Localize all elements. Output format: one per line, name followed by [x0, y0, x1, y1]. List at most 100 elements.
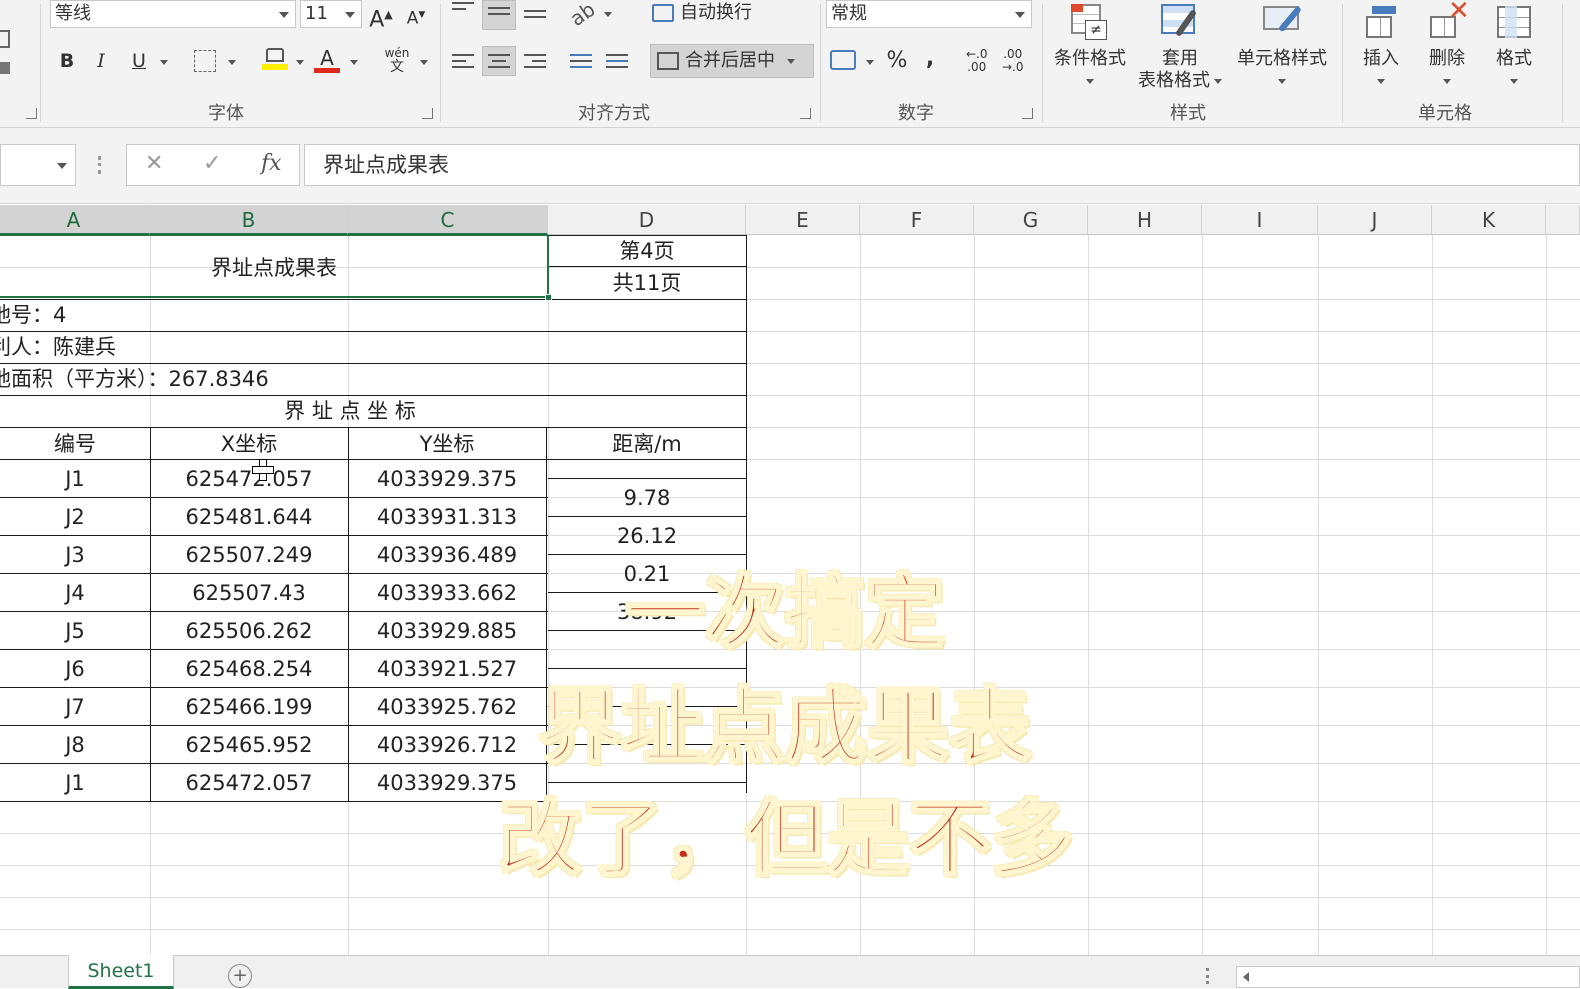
cell-point-id[interactable]: J1 [0, 763, 150, 801]
cell-point-id[interactable]: J7 [0, 687, 150, 725]
font-color-dropdown-icon[interactable] [350, 60, 358, 65]
column-header-i[interactable]: I [1202, 205, 1318, 235]
merge-dropdown-icon[interactable] [787, 58, 795, 64]
cell-styles-button[interactable]: 单元格样式 [1232, 2, 1332, 92]
conditional-format-button[interactable]: ≠ 条件格式 [1048, 2, 1132, 92]
scroll-left-icon[interactable] [1243, 972, 1249, 982]
font-launcher-icon[interactable] [422, 108, 433, 119]
phonetic-dropdown-icon[interactable] [420, 60, 428, 65]
wrap-text-button[interactable]: 自动换行 [652, 0, 752, 28]
cell-x-coordinate[interactable]: 625472.057 [150, 763, 348, 801]
align-middle-button[interactable] [482, 0, 516, 30]
page-total-cell[interactable]: 共11页 [548, 267, 746, 299]
enter-icon[interactable]: ✓ [203, 151, 221, 176]
cell-y-coordinate[interactable]: 4033929.885 [348, 611, 546, 649]
name-box[interactable] [0, 144, 76, 186]
comma-button[interactable]: , [920, 44, 940, 74]
owner-cell[interactable]: 利人：陈建兵 [0, 331, 690, 363]
fill-handle[interactable] [545, 294, 552, 301]
cell-y-coordinate[interactable]: 4033931.313 [348, 497, 546, 535]
fill-color-dropdown-icon[interactable] [296, 60, 304, 65]
column-header-c[interactable]: C [348, 205, 548, 235]
number-format-combo[interactable]: 常规 [826, 0, 1032, 28]
name-box-dropdown-icon[interactable] [57, 163, 67, 169]
accounting-format-icon[interactable] [830, 50, 856, 70]
formula-bar-grip-icon[interactable] [98, 156, 102, 174]
column-header-e[interactable]: E [746, 205, 860, 235]
clipboard-launcher-icon[interactable] [26, 108, 37, 119]
number-launcher-icon[interactable] [1022, 108, 1033, 119]
page-number-cell[interactable]: 第4页 [548, 235, 746, 267]
delete-button[interactable]: ✕ 删除 [1418, 0, 1476, 92]
font-name-combo[interactable]: 等线 [50, 0, 296, 28]
column-header-d[interactable]: D [548, 205, 746, 235]
font-size-combo[interactable]: 11 [300, 0, 362, 28]
cell-point-id[interactable]: J6 [0, 649, 150, 687]
font-color-icon[interactable]: A [314, 46, 340, 76]
percent-button[interactable]: % [884, 46, 910, 76]
sheet-tab-sheet1[interactable]: Sheet1 [68, 955, 174, 989]
cell-x-coordinate[interactable]: 625466.199 [150, 687, 348, 725]
cell-distance[interactable]: 9.78 [548, 478, 746, 516]
coords-header-cell[interactable]: 界 址 点 坐 标 [0, 395, 700, 427]
cell-y-coordinate[interactable]: 4033933.662 [348, 573, 546, 611]
header-x[interactable]: X坐标 [150, 427, 348, 459]
cell-point-id[interactable]: J5 [0, 611, 150, 649]
cell-x-coordinate[interactable]: 625506.262 [150, 611, 348, 649]
header-y[interactable]: Y坐标 [348, 427, 546, 459]
cell-point-id[interactable]: J8 [0, 725, 150, 763]
cell-point-id[interactable]: J1 [0, 459, 150, 497]
tab-split-grip-icon[interactable] [1206, 968, 1210, 984]
cell-point-id[interactable]: J3 [0, 535, 150, 573]
cell-x-coordinate[interactable]: 625468.254 [150, 649, 348, 687]
alignment-launcher-icon[interactable] [800, 108, 811, 119]
area-cell[interactable]: 地面积（平方米）：267.8346 [0, 363, 690, 395]
accounting-dropdown-icon[interactable] [866, 60, 874, 65]
underline-dropdown-icon[interactable] [160, 60, 168, 65]
format-button[interactable]: 格式 [1486, 2, 1542, 92]
insert-function-icon[interactable]: fx [261, 151, 282, 176]
align-right-icon[interactable] [524, 54, 546, 72]
parcel-number-cell[interactable]: 地号：4 [0, 299, 690, 331]
underline-button[interactable]: U [124, 46, 154, 76]
format-as-table-button[interactable]: 套用 表格格式 [1132, 2, 1228, 92]
cell-y-coordinate[interactable]: 4033936.489 [348, 535, 546, 573]
column-header-a[interactable]: A [0, 205, 150, 235]
align-center-button[interactable] [482, 46, 516, 76]
column-header-g[interactable]: G [974, 205, 1088, 235]
formula-input[interactable]: 界址点成果表 [304, 144, 1580, 186]
shrink-font-button[interactable]: A▼ [404, 0, 428, 30]
decrease-indent-icon[interactable] [570, 54, 592, 72]
orientation-dropdown-icon[interactable] [604, 12, 612, 17]
header-distance[interactable]: 距离/m [548, 427, 746, 459]
grow-font-button[interactable]: A▲ [368, 0, 394, 32]
align-top-icon[interactable] [452, 2, 474, 20]
column-header-j[interactable]: J [1318, 205, 1432, 235]
cell-x-coordinate[interactable]: 625481.644 [150, 497, 348, 535]
border-icon[interactable] [194, 50, 216, 72]
merge-center-button[interactable]: 合并后居中 [650, 44, 814, 78]
cell-x-coordinate[interactable]: 625465.952 [150, 725, 348, 763]
increase-decimal-button[interactable]: ←.0 .00 [966, 48, 988, 74]
column-header-l[interactable] [1546, 205, 1580, 235]
orientation-icon[interactable]: ab [565, 0, 599, 31]
cell-point-id[interactable]: J4 [0, 573, 150, 611]
header-id[interactable]: 编号 [0, 427, 150, 459]
cell-x-coordinate[interactable]: 625507.249 [150, 535, 348, 573]
insert-button[interactable]: 插入 [1352, 2, 1410, 92]
add-sheet-icon[interactable]: + [228, 964, 252, 988]
horizontal-scrollbar[interactable] [1236, 966, 1580, 988]
phonetic-button[interactable]: wén 文 [382, 46, 412, 74]
column-header-h[interactable]: H [1088, 205, 1202, 235]
format-painter-icon[interactable] [0, 62, 10, 74]
align-bottom-icon[interactable] [524, 10, 546, 28]
cancel-icon[interactable]: ✕ [145, 151, 163, 176]
cell-y-coordinate[interactable]: 4033929.375 [348, 459, 546, 497]
italic-button[interactable]: I [88, 46, 114, 76]
paste-icon[interactable] [0, 30, 10, 48]
border-dropdown-icon[interactable] [228, 60, 236, 65]
align-left-icon[interactable] [452, 54, 474, 72]
column-header-b[interactable]: B [150, 205, 348, 235]
cell-x-coordinate[interactable]: 625472.057 [150, 459, 348, 497]
fill-color-icon[interactable] [262, 48, 288, 74]
